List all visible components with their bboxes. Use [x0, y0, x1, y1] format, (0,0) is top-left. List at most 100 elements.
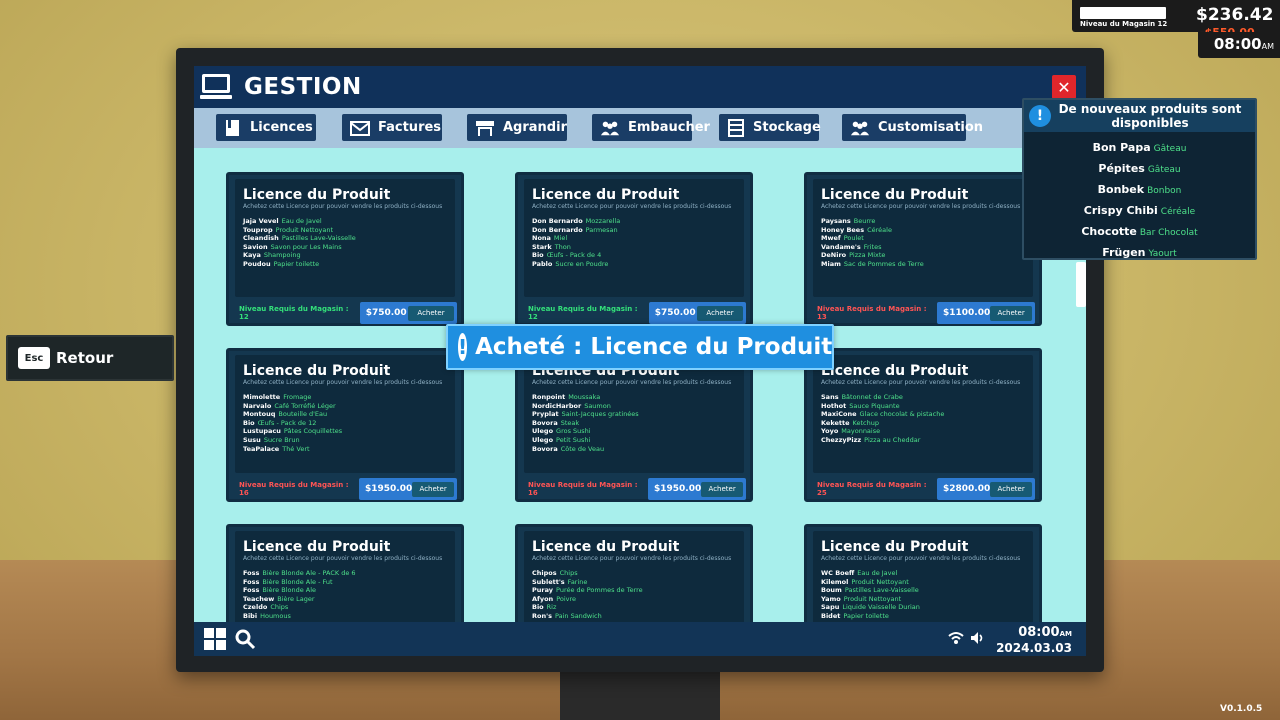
license-card-footer: Niveau Requis du Magasin : 16 $1950.00 Ach…	[528, 478, 746, 500]
tab-stockage[interactable]: Stockage	[719, 114, 821, 141]
product-brand: Touprop	[243, 225, 273, 234]
new-product-name: Chocotte	[1081, 225, 1137, 238]
buy-button[interactable]: Acheter	[701, 481, 743, 497]
new-product-category: Céréale	[1160, 207, 1196, 217]
new-product-item: Bonbek Bonbon	[1024, 180, 1255, 201]
product-row: Boum Pastilles Lave-Vaisselle	[821, 586, 1025, 595]
tab-factures[interactable]: Factures	[342, 114, 442, 141]
new-product-category: Gâteau	[1147, 165, 1181, 175]
product-brand: Boum	[821, 586, 842, 595]
taskbar: 08:00AM 2024.03.03	[194, 622, 1086, 656]
product-row: Cleandish Pastilles Lave-Vaisselle	[243, 234, 447, 243]
product-row: Narvalo Café Torréfié Léger	[243, 402, 447, 411]
new-product-name: Bon Papa	[1092, 141, 1151, 154]
product-brand: Kilemol	[821, 577, 849, 586]
product-brand: Montouq	[243, 410, 276, 419]
product-brand: Sans	[821, 393, 839, 401]
close-button[interactable]: ✕	[1052, 75, 1076, 99]
product-category: Bière Lager	[277, 594, 315, 603]
search-icon[interactable]	[234, 628, 256, 650]
product-category: Papier toilette	[273, 259, 320, 268]
product-brand: WC Boeff	[821, 569, 855, 577]
product-category: Steak	[560, 418, 580, 427]
product-row: Bio Riz	[532, 603, 736, 612]
product-row: Kekette Ketchup	[821, 419, 1025, 428]
new-product-name: Frügen	[1102, 246, 1146, 259]
product-brand: Bibi	[243, 611, 258, 620]
people-icon	[600, 119, 620, 137]
product-category: Produit Nettoyant	[851, 577, 909, 586]
license-card-footer: Niveau Requis du Magasin : 13 $1100.00 Ach…	[817, 302, 1035, 324]
product-row: Susu Sucre Brun	[243, 436, 447, 445]
product-row: Touprop Produit Nettoyant	[243, 226, 447, 235]
product-category: Sucre Brun	[263, 435, 300, 444]
license-card-subtitle: Achetez cette Licence pour pouvoir vendr…	[821, 555, 1021, 562]
game-time: 08:00	[1213, 35, 1262, 53]
product-brand: Pablo	[532, 259, 553, 268]
product-brand: Kekette	[821, 418, 850, 427]
license-card-title: Licence du Produit	[532, 539, 680, 555]
product-brand: Foss	[243, 577, 260, 586]
product-row: Savion Savon pour Les Mains	[243, 243, 447, 252]
product-row: Bovora Steak	[532, 419, 736, 428]
buy-button[interactable]: Acheter	[990, 481, 1032, 497]
product-category: Moussaka	[568, 393, 601, 401]
product-row: Sapu Liquide Vaisselle Durian	[821, 603, 1025, 612]
product-brand: Vandame's	[821, 242, 861, 251]
product-category: Sauce Piquante	[849, 401, 900, 410]
product-brand: Mwef	[821, 234, 841, 243]
product-row: Poudou Papier toilette	[243, 260, 447, 269]
product-category: Pizza au Cheddar	[864, 435, 921, 444]
notification-title: De nouveaux produits sont disponibles	[1058, 102, 1242, 130]
license-card: Licence du Produit Achetez cette Licence …	[515, 348, 753, 502]
license-card-body: Licence du Produit Achetez cette Licence …	[524, 179, 744, 297]
license-price: $1100.00	[943, 308, 991, 318]
game-clock: 08:00AM	[1198, 32, 1280, 58]
window-title: GESTION	[244, 74, 362, 100]
product-brand: Susu	[243, 435, 261, 444]
tab-licences[interactable]: Licences	[216, 114, 316, 141]
product-brand: Mimolette	[243, 393, 281, 401]
product-brand: Bio	[243, 418, 255, 427]
product-brand: NordicHarbor	[532, 401, 582, 410]
product-category: Papier toilette	[843, 611, 889, 620]
product-row: NordicHarbor Saumon	[532, 402, 736, 411]
tab-agrandir[interactable]: Agrandir	[467, 114, 567, 141]
product-row: Ulego Gros Sushi	[532, 427, 736, 436]
product-brand: Narvalo	[243, 401, 272, 410]
buy-button[interactable]: Acheter	[412, 481, 454, 497]
scrollbar[interactable]	[1076, 262, 1086, 307]
price-box: $750.00 Acheter	[648, 302, 746, 324]
product-brand: Miam	[821, 259, 841, 268]
buy-button[interactable]: Acheter	[697, 305, 743, 321]
tab-customisation[interactable]: Customisation	[842, 114, 983, 141]
product-category: Œufs - Pack de 12	[257, 418, 317, 427]
product-brand: Don Bernardo	[532, 225, 583, 234]
product-brand: Sapu	[821, 603, 840, 612]
new-product-category: Bonbon	[1147, 186, 1182, 196]
start-menu-icon[interactable]	[204, 628, 226, 650]
product-category: Petit Sushi	[556, 435, 591, 444]
esc-key: Esc	[18, 347, 50, 369]
buy-button[interactable]: Acheter	[408, 305, 454, 321]
required-level: Niveau Requis du Magasin : 12	[239, 305, 349, 321]
product-category: Gros Sushi	[556, 427, 591, 436]
alert-icon: !	[458, 333, 468, 361]
product-row: Kilemol Produit Nettoyant	[821, 578, 1025, 587]
product-brand: Lustupacu	[243, 427, 281, 436]
product-brand: Don Bernardo	[532, 217, 583, 225]
product-brand: ChezzyPizz	[821, 435, 862, 444]
license-card-footer: Niveau Requis du Magasin : 25 $2800.00 Ach…	[817, 478, 1035, 500]
product-category: Eau de Javel	[857, 569, 898, 577]
taskbar-date: 2024.03.03	[996, 641, 1072, 655]
buy-button[interactable]: Acheter	[990, 305, 1032, 321]
product-brand: Chipos	[532, 569, 557, 577]
required-level: Niveau Requis du Magasin : 12	[528, 305, 638, 321]
tab-embaucher[interactable]: Embaucher	[592, 114, 710, 141]
license-price: $2800.00	[943, 484, 991, 494]
product-row: Bio Œufs - Pack de 12	[243, 419, 447, 428]
people-icon	[850, 119, 870, 137]
back-button[interactable]: Esc Retour	[6, 335, 174, 381]
product-row: Foss Bière Blonde Ale	[243, 586, 447, 595]
tab-label: Agrandir	[503, 120, 567, 135]
